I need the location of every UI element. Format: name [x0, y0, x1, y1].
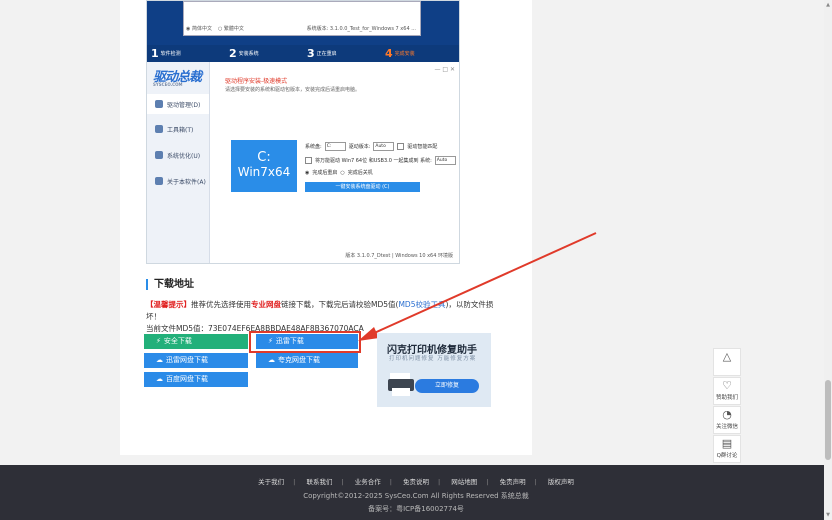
scroll-up-icon[interactable]: ▲: [825, 2, 831, 8]
site-footer: 关于我们 | 联系我们 | 业务合作 | 免责说明 | 网站地图 | 免责声明 | 版权声明…: [0, 465, 832, 520]
qq-group-button[interactable]: ▤ Q群讨论: [713, 435, 741, 463]
ad-fix-button[interactable]: 立即修复: [415, 379, 479, 393]
footer-link-disclaimer[interactable]: 免责说明: [403, 478, 429, 486]
sponsor-button[interactable]: ♡ 赞助我们: [713, 377, 741, 405]
scrollbar-thumb[interactable]: [825, 380, 831, 460]
red-arrow-icon: [358, 232, 597, 341]
wechat-icon: ◔: [722, 408, 732, 421]
footer-link-business[interactable]: 业务合作: [355, 478, 381, 486]
chat-icon: ▤: [721, 437, 733, 450]
footer-icp[interactable]: 备案号：粤ICP备16002774号: [0, 504, 832, 514]
arrow-up-icon: △: [722, 350, 732, 363]
printer-icon: [388, 373, 414, 396]
handshake-icon: ♡: [722, 379, 732, 392]
ad-subtitle: 打印机问题修复 万能修复方案: [389, 356, 477, 362]
back-to-top-button[interactable]: △: [713, 348, 741, 376]
floating-toolbar: △ ♡ 赞助我们 ◔ 关注微信 ▤ Q群讨论: [713, 348, 741, 464]
footer-link-statement[interactable]: 免责声明: [500, 478, 526, 486]
printer-repair-ad[interactable]: 闪克打印机修复助手 打印机问题修复 万能修复方案 立即修复: [377, 333, 491, 407]
footer-copyright: Copyright©2012-2025 SysCeo.Com All Right…: [303, 492, 529, 500]
footer-link-copyright[interactable]: 版权声明: [548, 478, 574, 486]
footer-link-sitemap[interactable]: 网站地图: [451, 478, 477, 486]
footer-link-about[interactable]: 关于我们: [258, 478, 284, 486]
footer-links: 关于我们 | 联系我们 | 业务合作 | 免责说明 | 网站地图 | 免责声明 | 版权声明: [258, 478, 574, 486]
scroll-down-icon[interactable]: ▼: [825, 512, 831, 518]
footer-link-contact[interactable]: 联系我们: [306, 478, 332, 486]
wechat-button[interactable]: ◔ 关注微信: [713, 406, 741, 434]
